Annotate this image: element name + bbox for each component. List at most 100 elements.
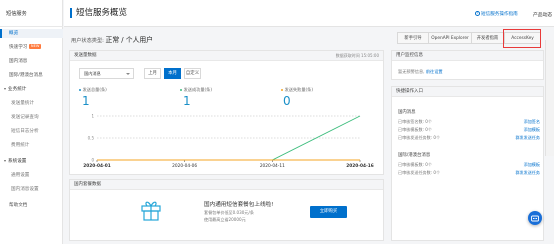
chevron-down-icon: [4, 159, 6, 162]
region-select[interactable]: 国内消息: [79, 68, 134, 79]
tab-label: 新手引导: [404, 36, 422, 41]
sidebar-item-overview[interactable]: 概览: [0, 29, 63, 38]
quick-row: 已审核模板数: 0个 添加模板: [398, 127, 540, 133]
sidebar-item-cost-stats[interactable]: 费用统计: [0, 141, 63, 150]
sidebar-item-send-stats[interactable]: 发送量统计: [0, 99, 63, 108]
quick-row-label: 已审核模板数: 0个: [398, 162, 432, 167]
sidebar-header: 短信服务: [0, 0, 63, 27]
sidebar-item-domestic[interactable]: 国内消息: [0, 57, 63, 66]
accesskey-highlight-box: [503, 29, 541, 48]
stat-total-label: 发送总量(条): [79, 87, 107, 93]
x-tick-label: 2020-04-01: [83, 163, 111, 169]
quick-row-label: 已审核签名数: 0个: [398, 119, 432, 124]
side-drawer-tab[interactable]: [545, 40, 554, 156]
stat-label-text: 发送总量(条): [82, 87, 107, 92]
quick-row-label: 已审核发送任务数: 0个: [398, 170, 441, 175]
monitor-message: 暂无预警信息, 前往设置: [398, 69, 443, 75]
y-tick-label: 1: [91, 114, 94, 119]
monitor-header: 用户监控信息: [392, 51, 543, 61]
stat-label-text: 发送成功量(条): [183, 87, 212, 92]
package-title: 国内套餐数据: [74, 182, 101, 187]
tab-label: OpenAPI Explorer: [431, 36, 469, 41]
quick-row: 已审核发送任务数: 0个 群发发送任务: [398, 135, 540, 141]
product-news-menu[interactable]: 产品动态: [533, 11, 552, 18]
period-last-month[interactable]: 上月: [144, 68, 161, 79]
sidebar-title: 短信服务: [6, 11, 27, 17]
sidebar-item-general-settings[interactable]: 通用设置: [0, 171, 63, 180]
batch-task-link[interactable]: 群发发送任务: [515, 135, 540, 141]
sidebar-item-label: 帮助文档: [9, 203, 28, 208]
region-select-value: 国内消息: [84, 71, 101, 76]
tab-openapi-explorer[interactable]: OpenAPI Explorer: [428, 32, 472, 44]
promo-line: 套餐包单价低至0.030元/条: [204, 210, 254, 216]
help-icon: ?: [475, 11, 480, 16]
stat-failed-value: 0: [283, 94, 291, 108]
batch-task-link[interactable]: 群发发送任务: [515, 170, 540, 176]
sidebar: 短信服务 概览 快速学习 NEW 国内消息 国际/港澳台消息 业务统计 发送量统计…: [0, 0, 63, 244]
sidebar-item-label: 快速学习: [9, 45, 28, 50]
x-tick-label: 2020-04-11: [260, 163, 285, 169]
help-guide-link[interactable]: ? 短信服务操作指南: [475, 11, 518, 17]
stat-label-text: 发送失败量(条): [284, 87, 313, 92]
sidebar-item-help[interactable]: 帮助文档: [0, 201, 63, 210]
quick-row: 已审核发送任务数: 0个 群发发送任务: [398, 170, 540, 176]
sidebar-item-log-analysis[interactable]: 短信日志分析: [0, 127, 63, 136]
sidebar-item-label: 通用设置: [11, 173, 30, 178]
quick-row-label: 已审核模板数: 0个: [398, 127, 432, 132]
chevron-down-icon: [4, 87, 6, 90]
sidebar-item-label: 国内消息: [9, 59, 28, 64]
chat-assistant-button[interactable]: [528, 211, 542, 225]
quick-actions-title: 快捷操作入口: [396, 89, 423, 94]
user-status: 用户状态类型: 正常 / 个人用户: [71, 34, 153, 44]
stat-success-label: 发送成功量(条): [180, 87, 212, 93]
quick-row: 已审核模板数: 0个 添加模板: [398, 162, 540, 168]
tab-beginner-guide[interactable]: 新手引导: [397, 32, 429, 44]
monitor-panel: 用户监控信息: [391, 50, 544, 80]
gift-icon: [141, 201, 161, 221]
stat-failed-label: 发送失败量(条): [281, 87, 313, 93]
period-custom[interactable]: 自定义: [184, 68, 201, 79]
add-template-link[interactable]: 添加模板: [524, 162, 540, 168]
promo-line-text: 套餐包单价低至0.030元/条: [204, 210, 254, 215]
promo-line: 使用最高立省20000元: [204, 217, 246, 223]
page-title: 短信服务概览: [70, 8, 127, 18]
sidebar-item-label: 费用统计: [11, 143, 30, 148]
go-settings-link[interactable]: 前往设置: [426, 69, 443, 74]
buy-now-button[interactable]: 立即购买: [310, 206, 347, 218]
add-signature-link[interactable]: 添加签名: [524, 119, 540, 125]
period-label: 自定义: [185, 71, 200, 76]
x-tick-label: 2020-04-06: [172, 163, 197, 169]
sidebar-item-send-records[interactable]: 发送记录查询: [0, 113, 63, 122]
y-tick-label: 0: [91, 158, 94, 163]
send-volume-header: 发送量数据 数据获取时间 15:05:00: [70, 51, 383, 61]
chat-icon: [531, 215, 539, 222]
send-volume-title: 发送量数据: [74, 53, 97, 58]
x-tick-label: 2020-04-16: [346, 163, 374, 169]
sidebar-item-label: 概览: [9, 31, 19, 36]
sidebar-group-settings[interactable]: 系统设置: [0, 157, 63, 166]
tab-developer-guide[interactable]: 开发者指南: [471, 32, 504, 44]
promo-line-text: 使用最高立省20000元: [204, 217, 246, 222]
sidebar-item-international[interactable]: 国际/港澳台消息: [0, 71, 63, 80]
add-template-link[interactable]: 添加模板: [524, 127, 540, 133]
sidebar-item-label: 发送记录查询: [11, 115, 39, 120]
data-fetch-time: 数据获取时间 15:05:00: [335, 53, 379, 58]
quick-section-title: 国际/港澳台消息: [398, 153, 431, 158]
user-status-value: 正常 / 个人用户: [105, 36, 153, 44]
quick-row-label: 已审核发送任务数: 0个: [398, 135, 441, 140]
quick-actions-header: 快捷操作入口: [392, 87, 543, 97]
package-header: 国内套餐数据: [70, 180, 383, 190]
page-header: 短信服务概览 ? 短信服务操作指南 产品动态: [64, 0, 554, 27]
sidebar-item-quick-learn[interactable]: 快速学习 NEW: [0, 43, 63, 52]
period-label: 本月: [168, 71, 177, 76]
legend-dot: [281, 88, 284, 92]
legend-dot: [180, 88, 183, 92]
product-news-label: 产品动态: [533, 13, 553, 18]
period-label: 上月: [148, 71, 157, 76]
user-status-label: 用户状态类型:: [71, 38, 104, 44]
stat-success-value: 1: [183, 94, 191, 108]
sidebar-group-stats[interactable]: 业务统计: [0, 85, 63, 94]
stat-total-value: 1: [82, 94, 90, 108]
period-this-month[interactable]: 本月: [164, 68, 181, 79]
sidebar-item-domestic-settings[interactable]: 国内消息设置: [0, 185, 63, 194]
